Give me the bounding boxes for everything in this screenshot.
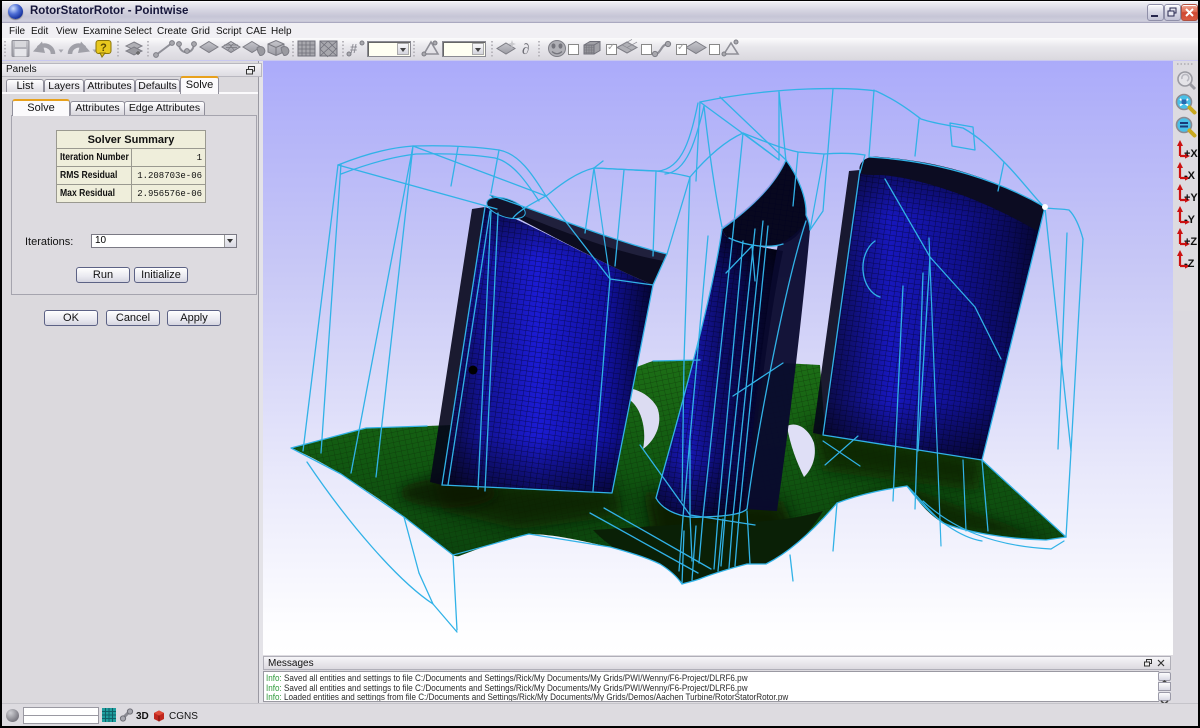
svg-text:∂: ∂ — [522, 42, 529, 58]
svg-text:+X: +X — [1184, 148, 1198, 160]
svg-text:-Y: -Y — [1184, 214, 1196, 226]
svg-text:CGNS: CGNS — [169, 711, 198, 722]
svg-text:-Z: -Z — [1184, 258, 1195, 270]
svg-text:+Y: +Y — [1184, 192, 1198, 204]
svg-text:+Z: +Z — [1184, 236, 1197, 248]
svg-text:-X: -X — [1184, 170, 1196, 182]
svg-text:3D: 3D — [136, 711, 149, 722]
